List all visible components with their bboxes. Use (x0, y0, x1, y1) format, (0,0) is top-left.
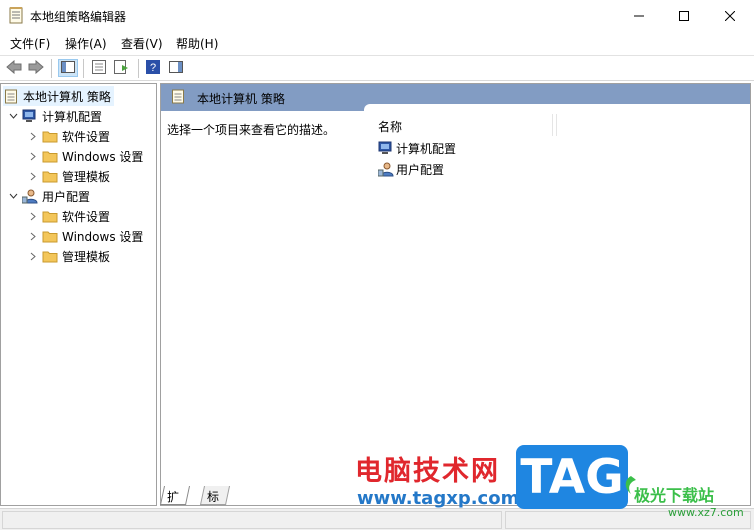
details-pane: 本地计算机 策略 选择一个项目来查看它的描述。 名称 计算机配置 用户配置 (160, 83, 751, 506)
menu-action[interactable]: 操作(A) (65, 35, 107, 52)
tree-item-label: 计算机配置 (42, 109, 103, 124)
column-divider (556, 114, 557, 136)
tree-item-admin-templates[interactable]: 管理模板 (27, 246, 110, 266)
tree-item-label: 用户配置 (42, 189, 91, 204)
folder-icon (42, 148, 58, 164)
chevron-right-icon[interactable] (27, 250, 39, 262)
tree-pane: 本地计算机 策略 计算机配置 软件设置 Windows 设置 管理模板 用户配置… (0, 83, 157, 506)
tree-item-label: Windows 设置 (62, 229, 144, 244)
folder-icon (42, 208, 58, 224)
tree-item-admin-templates[interactable]: 管理模板 (27, 166, 110, 186)
tree-item-windows-settings[interactable]: Windows 设置 (27, 226, 143, 246)
column-divider[interactable] (552, 114, 553, 136)
back-icon (6, 59, 22, 77)
properties-button[interactable] (89, 59, 109, 77)
tree-item-user-config[interactable]: 用户配置 (7, 186, 90, 206)
folder-icon (42, 128, 58, 144)
column-header-name[interactable]: 名称 (378, 118, 402, 135)
tree-item-label: Windows 设置 (62, 149, 144, 164)
forward-button[interactable] (26, 59, 46, 77)
list-item-label: 计算机配置 (396, 141, 457, 156)
chevron-right-icon[interactable] (27, 170, 39, 182)
show-hide-action-pane-icon (169, 60, 183, 76)
help-icon: ? (146, 59, 160, 77)
show-hide-action-pane-button[interactable] (166, 59, 186, 77)
user-icon (378, 161, 394, 177)
list-item-computer-config[interactable]: 计算机配置 (378, 139, 456, 157)
tree-item-label: 管理模板 (62, 169, 111, 184)
policy-document-icon (172, 89, 184, 107)
toolbar: ? (0, 55, 754, 81)
menu-bar: 文件(F) 操作(A) 查看(V) 帮助(H) (0, 31, 754, 53)
window-title: 本地组策略编辑器 (30, 10, 127, 24)
description-text: 选择一个项目来查看它的描述。 (167, 123, 336, 137)
policy-document-icon (3, 88, 19, 104)
list-item-user-config[interactable]: 用户配置 (378, 160, 444, 178)
tree-item-root[interactable]: 本地计算机 策略 (3, 86, 114, 106)
chevron-right-icon[interactable] (27, 210, 39, 222)
chevron-right-icon[interactable] (27, 150, 39, 162)
tab-extended[interactable]: 扩展 (159, 486, 191, 521)
minimize-icon (634, 11, 644, 21)
tab-standard[interactable]: 标准 (199, 486, 231, 521)
policy-editor-icon (9, 7, 23, 24)
export-list-icon (114, 59, 130, 77)
folder-icon (42, 248, 58, 264)
folder-icon (42, 228, 58, 244)
tree-item-computer-config[interactable]: 计算机配置 (7, 106, 102, 126)
watermark-logo-name: 极光下载站 (634, 486, 715, 505)
chevron-down-icon[interactable] (7, 110, 19, 122)
tree-item-label: 软件设置 (62, 209, 111, 224)
watermark-site-url: www.tagxp.com (357, 488, 520, 509)
toolbar-divider (138, 59, 139, 78)
tree-item-label: 软件设置 (62, 129, 111, 144)
user-icon (22, 188, 38, 204)
export-list-button[interactable] (112, 59, 132, 77)
back-button[interactable] (4, 59, 24, 77)
computer-icon (378, 140, 394, 156)
show-hide-tree-icon (61, 60, 75, 76)
show-hide-tree-button[interactable] (58, 59, 78, 77)
watermark-tag-logo: TAG (516, 445, 628, 509)
tree-item-windows-settings[interactable]: Windows 设置 (27, 146, 143, 166)
svg-text:?: ? (150, 62, 156, 74)
chevron-right-icon[interactable] (27, 230, 39, 242)
properties-icon (92, 59, 106, 77)
menu-view[interactable]: 查看(V) (121, 35, 163, 52)
list-item-label: 用户配置 (396, 162, 445, 177)
minimize-button[interactable] (616, 0, 662, 31)
watermark-logo-url: www.xz7.com (668, 506, 744, 519)
forward-icon (28, 59, 44, 77)
toolbar-divider (83, 59, 84, 78)
tree-item-software-settings[interactable]: 软件设置 (27, 126, 110, 146)
status-cell (2, 511, 502, 529)
maximize-button[interactable] (661, 0, 707, 31)
details-title: 本地计算机 策略 (197, 92, 285, 106)
maximize-icon (679, 10, 689, 21)
folder-icon (42, 168, 58, 184)
status-bar (0, 508, 754, 530)
toolbar-divider (51, 59, 52, 78)
computer-icon (22, 108, 38, 124)
menu-help[interactable]: 帮助(H) (176, 35, 218, 52)
tree-item-label: 管理模板 (62, 249, 111, 264)
close-button[interactable] (707, 0, 753, 31)
help-button[interactable]: ? (143, 59, 163, 77)
title-bar: 本地组策略编辑器 (0, 0, 754, 31)
menu-file[interactable]: 文件(F) (10, 35, 50, 52)
close-icon (725, 10, 735, 21)
watermark-site-name: 电脑技术网 (355, 456, 500, 487)
chevron-right-icon[interactable] (27, 130, 39, 142)
tree-item-software-settings[interactable]: 软件设置 (27, 206, 110, 226)
tree-item-label: 本地计算机 策略 (23, 89, 111, 104)
chevron-down-icon[interactable] (7, 190, 19, 202)
